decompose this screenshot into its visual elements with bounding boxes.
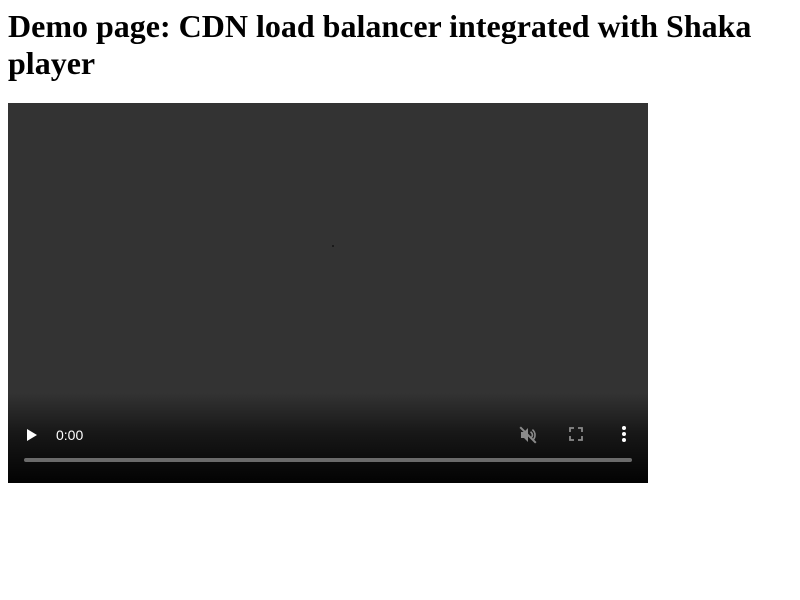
fullscreen-button[interactable] (568, 426, 584, 442)
current-time: 0:00 (56, 427, 84, 443)
more-vert-icon (622, 426, 626, 442)
more-options-button[interactable] (617, 424, 631, 444)
video-center-artifact (332, 245, 334, 247)
mute-button[interactable] (518, 425, 538, 445)
video-controls: 0:00 (8, 403, 648, 483)
play-button[interactable] (24, 423, 42, 447)
video-player[interactable]: 0:00 (8, 103, 648, 483)
seek-bar[interactable] (24, 458, 632, 462)
play-icon (27, 429, 37, 441)
fullscreen-icon (569, 427, 583, 441)
volume-muted-icon (519, 426, 537, 444)
page-title: Demo page: CDN load balancer integrated … (8, 8, 752, 81)
